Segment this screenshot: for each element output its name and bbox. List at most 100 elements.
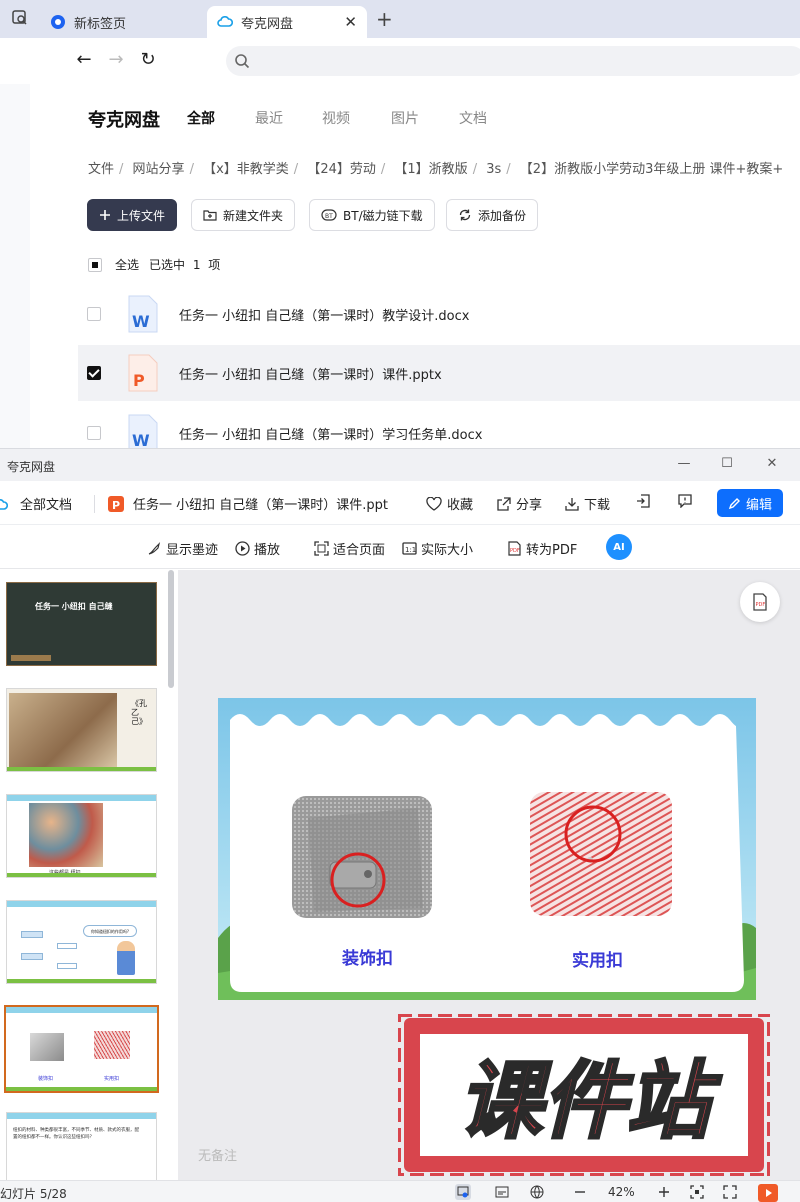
slide-thumbnail-2[interactable]: 《孔乙己》	[6, 688, 157, 772]
file-name: 任务一 小纽扣 自己缝（第一课时）课件.pptx	[179, 367, 442, 383]
breadcrumb-item[interactable]: 网站分享	[133, 162, 185, 177]
watermark-text: 课件站	[458, 1052, 722, 1150]
download-icon	[565, 497, 579, 511]
shirt-photo	[530, 792, 672, 916]
back-icon[interactable]: ←	[72, 48, 96, 72]
divider	[94, 495, 95, 513]
file-checkbox[interactable]	[87, 307, 101, 321]
favorite-button[interactable]: 收藏	[426, 494, 473, 513]
slide-thumbnail-4[interactable]: 你知道纽扣的作用吗?	[6, 900, 157, 984]
slideshow-play-icon[interactable]	[758, 1184, 778, 1202]
jeans-thumb	[30, 1033, 64, 1061]
boy-figure	[117, 941, 135, 975]
to-pdf-label: 转为PDF	[526, 543, 578, 558]
breadcrumb-item[interactable]: 【x】非教学类	[203, 162, 289, 177]
slide-thumbnail-1[interactable]: 任务一 小纽扣 自己缝	[6, 582, 157, 666]
tab-quark-drive[interactable]: 夸克网盘 ✕	[207, 6, 367, 38]
viewer-window-title: 夸克网盘	[7, 460, 56, 474]
normal-view-icon[interactable]	[455, 1184, 471, 1200]
pencil-icon	[728, 497, 740, 509]
tab-label: 新标签页	[74, 16, 127, 32]
file-row[interactable]: W 任务一 小纽扣 自己缝（第一课时）教学设计.docx	[78, 286, 800, 342]
nav-tab-recent[interactable]: 最近	[255, 108, 283, 128]
thumb-body-text: 纽扣的材料、种类都很丰富，不同季节、材质、款式的衣服，配置的纽扣都不一样。你认识…	[13, 1128, 139, 1140]
tab-new-tab[interactable]: 新标签页	[40, 6, 200, 38]
viewer-header: 全部文档 P 任务一 小纽扣 自己缝（第一课时）课件.ppt 收藏 分享 下载 …	[0, 481, 800, 525]
slide-thumbnail-panel: 任务一 小纽扣 自己缝 《孔乙己》 这些都是 纽扣 你知道纽扣的作用吗?	[0, 570, 178, 1180]
maximize-icon[interactable]: ☐	[717, 456, 737, 471]
show-ink-label: 显示墨迹	[166, 543, 219, 558]
thumb-title: 任务一 小纽扣 自己缝	[35, 602, 113, 611]
export-pdf-icon[interactable]: PDF	[740, 582, 780, 622]
breadcrumb-item[interactable]: 3s	[486, 162, 501, 177]
minimize-icon[interactable]: —	[674, 456, 694, 471]
grass-strip	[6, 1087, 157, 1091]
new-tab-icon[interactable]: +	[376, 7, 393, 31]
all-docs-link[interactable]: 全部文档	[0, 494, 72, 513]
browser-tab-strip: 新标签页 夸克网盘 ✕ +	[0, 0, 800, 38]
close-tab-icon[interactable]: ✕	[344, 13, 357, 31]
select-all-checkbox[interactable]	[88, 257, 102, 272]
download-button[interactable]: 下载	[565, 494, 610, 513]
magnet-icon: BT	[321, 209, 337, 221]
breadcrumb-item[interactable]: 【1】浙教版	[394, 162, 467, 177]
tab-search-icon[interactable]	[10, 9, 30, 29]
fit-page-button[interactable]: 适合页面	[314, 539, 385, 558]
pdf-icon: PDF	[508, 541, 521, 556]
new-folder-button[interactable]: 新建文件夹	[191, 199, 296, 231]
slide-thumbnail-6[interactable]: 纽扣的材料、种类都很丰富，不同季节、材质、款式的衣服，配置的纽扣都不一样。你认识…	[6, 1112, 157, 1180]
svg-text:P: P	[133, 371, 145, 390]
ai-assistant-button[interactable]: AI	[606, 534, 632, 560]
breadcrumb-item[interactable]: 文件	[88, 162, 114, 177]
breadcrumb-item[interactable]: 【24】劳动	[307, 162, 376, 177]
feedback-icon[interactable]	[678, 494, 697, 508]
thumb-label-right: 实用扣	[104, 1076, 120, 1082]
zoom-out-icon[interactable]	[572, 1184, 588, 1200]
upload-button[interactable]: 上传文件	[87, 199, 178, 231]
zoom-in-icon[interactable]	[656, 1184, 672, 1200]
browser-toolbar: ← → ↻	[0, 38, 800, 84]
heart-icon	[426, 496, 442, 511]
slide-label-right: 实用扣	[572, 950, 623, 971]
nav-tab-docs[interactable]: 文档	[459, 108, 487, 128]
reload-icon[interactable]: ↻	[136, 48, 160, 72]
actual-size-button[interactable]: 1:1 实际大小	[402, 539, 473, 558]
add-backup-button[interactable]: 添加备份	[446, 199, 539, 231]
sync-icon	[459, 209, 471, 221]
globe-icon[interactable]	[529, 1184, 545, 1200]
play-button[interactable]: 播放	[235, 539, 280, 558]
download-label: 下载	[584, 498, 611, 513]
breadcrumb-item[interactable]: 【2】浙教版小学劳动3年级上册 课件+教案+	[520, 162, 783, 177]
to-pdf-button[interactable]: PDF 转为PDF	[507, 539, 577, 558]
notes-view-icon[interactable]	[494, 1184, 510, 1200]
bt-download-button[interactable]: BT BT/磁力链下载	[309, 199, 435, 231]
file-name: 任务一 小纽扣 自己缝（第一课时）教学设计.docx	[179, 308, 470, 324]
tab-label: 夸克网盘	[241, 16, 294, 32]
share-button[interactable]: 分享	[497, 494, 542, 513]
file-checkbox[interactable]	[87, 426, 101, 440]
slide-label-left: 装饰扣	[341, 948, 393, 969]
file-row[interactable]: P 任务一 小纽扣 自己缝（第一课时）课件.pptx	[78, 345, 800, 401]
slide-thumbnail-3[interactable]: 这些都是 纽扣	[6, 794, 157, 878]
file-checkbox[interactable]	[87, 366, 101, 380]
zoom-level: 42%	[608, 1185, 635, 1199]
show-ink-button[interactable]: 显示墨迹	[147, 539, 218, 558]
thumb-label-left: 装饰扣	[38, 1076, 54, 1082]
ppt-icon: P	[108, 495, 124, 512]
thumbnail-scrollbar[interactable]	[168, 570, 174, 688]
edit-button[interactable]: 编辑	[717, 489, 783, 517]
open-external-icon[interactable]	[636, 494, 655, 508]
nav-tab-video[interactable]: 视频	[322, 108, 350, 128]
nav-tab-image[interactable]: 图片	[391, 108, 419, 128]
slide-thumbnail-5[interactable]: 装饰扣 实用扣	[4, 1005, 159, 1093]
fullscreen-icon[interactable]	[722, 1184, 738, 1200]
close-window-icon[interactable]: ✕	[762, 456, 782, 471]
forward-icon[interactable]: →	[104, 48, 128, 72]
select-all-label[interactable]: 全选	[115, 256, 139, 273]
fit-window-icon[interactable]	[689, 1184, 705, 1200]
address-bar[interactable]	[226, 46, 800, 76]
viewer-titlebar: 夸克网盘 — ☐ ✕	[0, 449, 800, 481]
notes-placeholder[interactable]: 无备注	[198, 1145, 237, 1164]
shirt-thumb	[94, 1031, 130, 1059]
nav-tab-all[interactable]: 全部	[187, 108, 215, 128]
